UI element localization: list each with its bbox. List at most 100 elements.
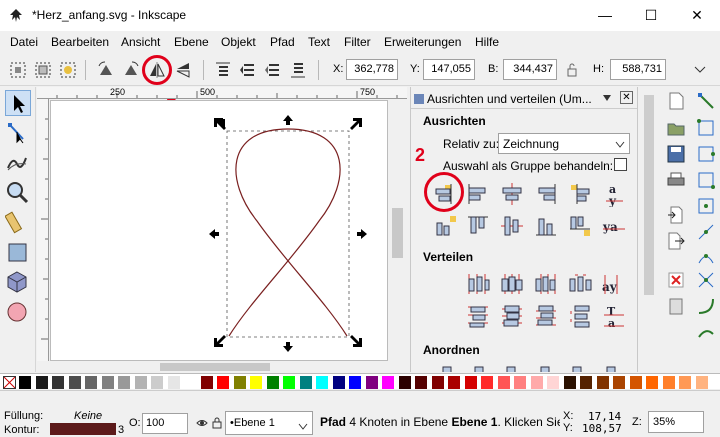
import-icon[interactable] <box>666 205 686 225</box>
color-swatch[interactable] <box>646 376 658 389</box>
zoom-input[interactable]: 35% <box>648 411 704 433</box>
distribute-centers-vertical-icon[interactable] <box>499 303 525 329</box>
distribute-baseline-vertical-icon[interactable]: Ta <box>601 303 627 330</box>
height-input[interactable]: 588,731 <box>610 59 666 80</box>
distribute-bottom-edges-icon[interactable] <box>533 303 559 329</box>
lock-icon[interactable] <box>565 61 579 79</box>
color-swatch[interactable] <box>266 376 279 389</box>
drawing-canvas[interactable] <box>50 100 388 361</box>
rectangle-tool-icon[interactable] <box>5 240 31 266</box>
distribute-centers-horizontal-icon[interactable] <box>499 271 525 297</box>
color-swatch[interactable] <box>283 376 295 389</box>
rotate-cw-icon[interactable] <box>121 60 141 80</box>
center-vertical-axis-icon[interactable] <box>499 181 525 207</box>
color-swatch[interactable] <box>662 376 675 389</box>
delete-icon[interactable] <box>666 270 686 290</box>
color-swatch[interactable] <box>514 376 526 389</box>
deselect-icon[interactable] <box>58 60 78 80</box>
horizontal-scrollbar[interactable] <box>50 361 388 373</box>
measure-tool-icon[interactable] <box>4 210 31 236</box>
color-swatch[interactable] <box>464 376 477 389</box>
vertical-scroll-thumb[interactable] <box>392 208 403 258</box>
arrange-buttons-row[interactable] <box>441 362 621 372</box>
print-icon[interactable] <box>666 170 686 190</box>
color-swatch[interactable] <box>431 376 444 389</box>
eye-icon[interactable] <box>196 417 208 429</box>
distribute-baseline-horizontal-icon[interactable]: ay <box>601 271 627 297</box>
snap-corners-icon[interactable] <box>696 170 716 190</box>
align-bottom-to-top-icon[interactable] <box>433 213 459 239</box>
align-bottom-edges-icon[interactable] <box>533 213 559 239</box>
maximize-button[interactable]: ☐ <box>628 0 674 31</box>
select-all-layers-icon[interactable] <box>33 60 53 80</box>
raise-icon[interactable] <box>238 60 258 80</box>
panel-scroll-thumb[interactable] <box>644 95 654 295</box>
snap-toggle-icon[interactable] <box>696 91 716 111</box>
y-input[interactable]: 147,055 <box>423 59 475 80</box>
menu-pfad[interactable]: Pfad <box>270 35 295 49</box>
fill-value[interactable]: Keine <box>74 410 102 422</box>
snap-intersections-icon[interactable] <box>696 270 716 290</box>
minimize-button[interactable]: — <box>582 0 628 31</box>
layer-select[interactable]: •Ebene 1 <box>225 411 313 435</box>
panel-close-icon[interactable]: ✕ <box>620 91 633 104</box>
menu-erweiterungen[interactable]: Erweiterungen <box>384 35 461 49</box>
color-swatch[interactable] <box>19 376 31 389</box>
raise-to-top-icon[interactable] <box>213 60 233 80</box>
color-swatch[interactable] <box>118 376 130 389</box>
color-swatch[interactable] <box>679 376 691 389</box>
snap-bbox-icon[interactable] <box>696 118 716 138</box>
3d-box-tool-icon[interactable] <box>5 270 31 296</box>
color-swatch[interactable] <box>497 376 510 389</box>
align-left-edges-icon[interactable] <box>465 181 491 207</box>
treat-as-group-checkbox[interactable] <box>614 158 627 171</box>
open-folder-icon[interactable] <box>666 118 686 138</box>
align-top-to-bottom-icon[interactable] <box>567 213 593 239</box>
color-swatch[interactable] <box>85 376 97 389</box>
color-swatch[interactable] <box>316 376 328 389</box>
color-swatch[interactable] <box>101 376 114 389</box>
selector-tool-icon[interactable] <box>5 90 31 116</box>
panel-menu-icon[interactable] <box>601 92 613 104</box>
export-icon[interactable] <box>666 231 686 251</box>
select-all-icon[interactable] <box>8 60 28 80</box>
distribute-top-edges-icon[interactable] <box>465 303 491 329</box>
menu-objekt[interactable]: Objekt <box>221 35 256 49</box>
tweak-tool-icon[interactable] <box>5 150 31 176</box>
color-swatch[interactable] <box>52 376 64 389</box>
x-input[interactable]: 362,778 <box>346 59 398 80</box>
color-swatch[interactable] <box>398 376 411 389</box>
stroke-color-swatch[interactable] <box>50 423 116 435</box>
vertical-scrollbar[interactable] <box>388 100 407 361</box>
color-swatch[interactable] <box>365 376 378 389</box>
color-swatch[interactable] <box>299 376 312 389</box>
align-text-baseline-icon[interactable]: ya <box>601 213 627 239</box>
paste-icon[interactable] <box>666 296 686 316</box>
width-input[interactable]: 344,437 <box>503 59 557 80</box>
color-swatch[interactable] <box>332 376 345 389</box>
color-swatch[interactable] <box>349 376 361 389</box>
horizontal-scroll-thumb[interactable] <box>160 363 270 371</box>
color-swatch[interactable] <box>35 376 48 389</box>
color-swatch[interactable] <box>547 376 559 389</box>
layer-lock-icon[interactable] <box>212 417 222 429</box>
distribute-gaps-vertical-icon[interactable] <box>567 303 593 329</box>
zoom-tool-icon[interactable] <box>5 180 31 206</box>
color-swatch[interactable] <box>250 376 262 389</box>
rotate-ccw-icon[interactable] <box>96 60 116 80</box>
menu-filter[interactable]: Filter <box>344 35 371 49</box>
color-swatch[interactable] <box>695 376 708 389</box>
color-swatch[interactable] <box>167 376 180 389</box>
color-swatch[interactable] <box>596 376 609 389</box>
color-swatch[interactable] <box>415 376 427 389</box>
menu-datei[interactable]: Datei <box>10 35 38 49</box>
lower-icon[interactable] <box>263 60 283 80</box>
menu-bearbeiten[interactable]: Bearbeiten <box>51 35 109 49</box>
node-tool-icon[interactable] <box>5 120 31 146</box>
color-swatch[interactable] <box>530 376 543 389</box>
snap-curves-icon[interactable] <box>696 296 716 316</box>
color-swatch[interactable] <box>613 376 625 389</box>
color-swatch[interactable] <box>629 376 642 389</box>
color-swatch[interactable] <box>68 376 81 389</box>
lower-to-bottom-icon[interactable] <box>288 60 308 80</box>
